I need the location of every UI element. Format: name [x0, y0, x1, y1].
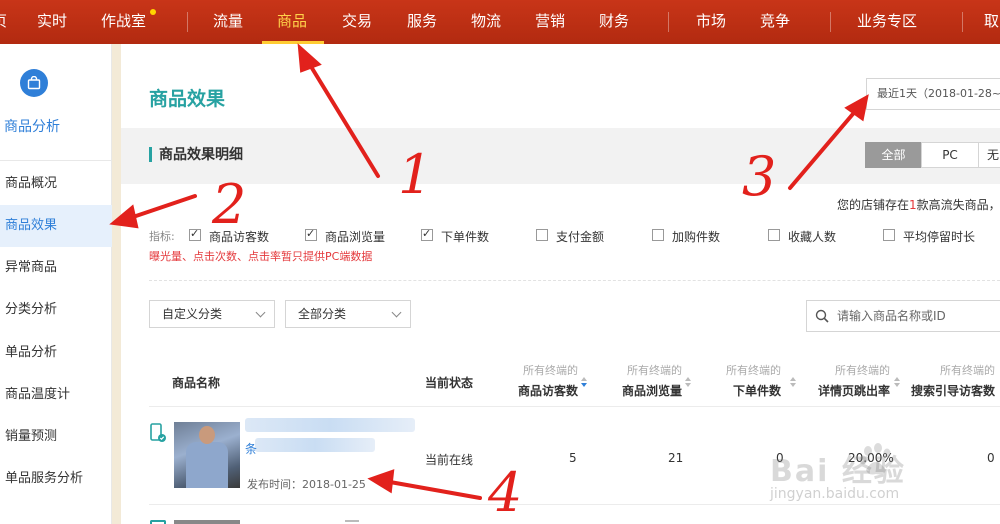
baidu-watermark: Bai 经验 jingyan.baidu.com — [770, 440, 1000, 524]
sidebar-item-service-analysis[interactable]: 单品服务分析 — [0, 458, 112, 500]
sidebar-item-thermometer[interactable]: 商品温度计 — [0, 374, 112, 416]
annotation-number-4: 4 — [488, 461, 523, 524]
nav-item-more[interactable]: 取 — [984, 0, 999, 44]
nav-item-traffic[interactable]: 流量 — [213, 0, 243, 44]
product-thumbnail[interactable] — [174, 422, 240, 488]
col-bounce-rate[interactable]: 所有终端的 详情页跳出率 — [818, 362, 890, 399]
sidebar-item-forecast[interactable]: 销量预测 — [0, 416, 112, 458]
nav-item-marketing[interactable]: 营销 — [535, 0, 565, 44]
search-input[interactable] — [837, 307, 997, 325]
section-accent-bar — [149, 147, 152, 162]
blurred-product-name — [345, 520, 359, 522]
watermark-url: jingyan.baidu.com — [770, 486, 900, 502]
blurred-product-name — [245, 418, 415, 432]
layout-gutter — [112, 44, 121, 524]
col-status: 当前状态 — [425, 376, 474, 390]
sidebar-item-category[interactable]: 分类分析 — [0, 289, 112, 331]
tab-wireless[interactable]: 无 — [978, 142, 1000, 168]
cell-pageviews: 21 — [668, 451, 684, 465]
section-title: 商品效果明细 — [159, 147, 243, 163]
nav-item-war-room[interactable]: 作战室 — [101, 0, 146, 44]
nav-item-finance[interactable]: 财务 — [599, 0, 629, 44]
nav-item-logistics[interactable]: 物流 — [471, 0, 501, 44]
nav-item-products[interactable]: 商品 — [277, 0, 307, 44]
tab-pc[interactable]: PC — [921, 142, 979, 168]
publish-time: 发布时间：2018-01-25 — [247, 478, 366, 491]
sidebar-item-effect[interactable]: 商品效果 — [0, 205, 112, 247]
chevron-down-icon — [255, 307, 266, 318]
shopping-bag-icon — [20, 69, 48, 97]
search-icon — [815, 309, 829, 326]
store-alert-note: 您的店铺存在1款高流失商品， — [837, 198, 1000, 212]
mobile-device-icon — [150, 423, 166, 443]
nav-item-market[interactable]: 市场 — [696, 0, 726, 44]
annotation-number-1: 1 — [398, 143, 433, 206]
product-thumbnail[interactable] — [174, 520, 240, 524]
cell-status: 当前在线 — [425, 453, 474, 467]
col-visitors[interactable]: 所有终端的 商品访客数 — [518, 362, 578, 399]
date-range-picker[interactable]: 最近1天（2018-01-28~2 — [866, 78, 1000, 110]
product-search[interactable] — [806, 300, 1000, 332]
sort-icon[interactable] — [581, 377, 587, 387]
sidebar-divider — [0, 160, 112, 161]
mobile-device-icon — [150, 520, 166, 524]
annotation-number-2: 2 — [212, 173, 247, 236]
sidebar-item-single[interactable]: 单品分析 — [0, 332, 112, 374]
sidebar-item-overview[interactable]: 商品概况 — [0, 163, 112, 205]
nav-item-realtime[interactable]: 实时 — [37, 0, 67, 44]
product-name-link[interactable]: 条 — [245, 440, 257, 457]
notification-dot — [150, 9, 156, 15]
pc-only-warning: 曝光量、点击次数、点击率暂只提供PC端数据 — [149, 250, 373, 263]
annotation-number-3: 3 — [742, 145, 777, 208]
col-orders[interactable]: 所有终端的 下单件数 — [726, 362, 781, 399]
indicator-label: 指标: — [149, 230, 175, 243]
chevron-down-icon — [391, 307, 402, 318]
nav-item-competition[interactable]: 竞争 — [760, 0, 790, 44]
nav-separator — [187, 12, 188, 32]
col-product-name: 商品名称 — [172, 376, 221, 390]
nav-separator — [668, 12, 669, 32]
top-nav: 页 实时 作战室 流量 商品 交易 服务 物流 营销 财务 市场 竞争 业务专区… — [0, 0, 1000, 44]
col-pageviews[interactable]: 所有终端的 商品浏览量 — [622, 362, 682, 399]
blurred-product-name — [255, 438, 375, 452]
alert-count: 1 — [909, 198, 917, 212]
all-category-select[interactable]: 全部分类 — [285, 300, 411, 328]
sort-icon[interactable] — [685, 377, 691, 387]
watermark-brand: Bai 经验 — [770, 454, 906, 489]
cell-visitors: 5 — [569, 451, 577, 465]
tab-all[interactable]: 全部 — [865, 142, 922, 168]
custom-category-select[interactable]: 自定义分类 — [149, 300, 275, 328]
sidebar-title: 商品分析 — [4, 119, 60, 135]
nav-separator — [830, 12, 831, 32]
nav-item-business-zone[interactable]: 业务专区 — [857, 0, 917, 44]
sidebar-item-abnormal[interactable]: 异常商品 — [0, 247, 112, 289]
nav-item-home[interactable]: 页 — [0, 0, 7, 44]
sort-icon[interactable] — [790, 377, 796, 387]
nav-separator — [962, 12, 963, 32]
page-title: 商品效果 — [149, 88, 226, 110]
nav-item-service[interactable]: 服务 — [407, 0, 437, 44]
table-header-divider — [149, 406, 1000, 407]
col-search-visitors[interactable]: 所有终端的 搜索引导访客数 — [911, 362, 995, 399]
nav-item-trade[interactable]: 交易 — [342, 0, 372, 44]
divider — [149, 280, 1000, 281]
sidebar: 商品分析 商品概况 商品效果 异常商品 分类分析 单品分析 商品温度计 销量预测… — [0, 44, 112, 524]
sort-icon[interactable] — [894, 377, 900, 387]
